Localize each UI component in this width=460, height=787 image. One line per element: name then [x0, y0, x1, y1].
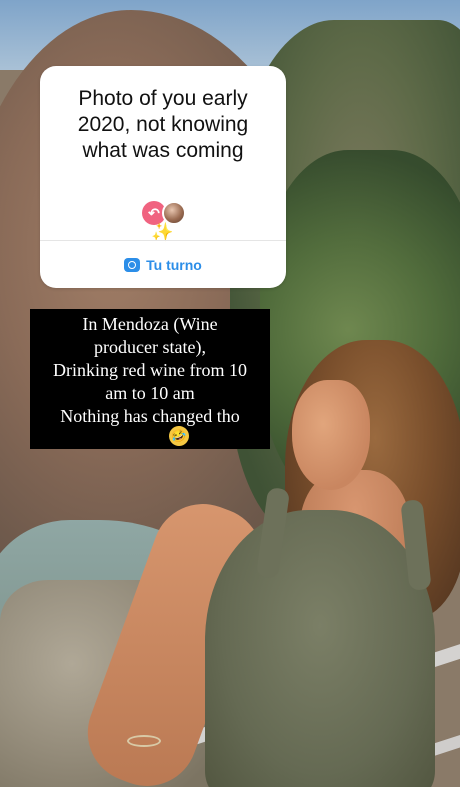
person-face [292, 380, 370, 490]
question-text: Photo of you early 2020, not knowing wha… [77, 87, 249, 162]
your-turn-label: Tu turno [146, 256, 202, 273]
bracelet [127, 735, 161, 747]
your-turn-button[interactable]: Tu turno [40, 241, 286, 288]
answer-caption: In Mendoza (Wine producer state), Drinki… [30, 309, 270, 450]
answer-text: In Mendoza (Wine producer state), Drinki… [53, 314, 247, 426]
camera-icon [124, 257, 141, 272]
sparkles-icon: ✨ [151, 222, 174, 242]
person-dress [205, 510, 435, 787]
question-sticker[interactable]: Photo of you early 2020, not knowing wha… [40, 66, 286, 288]
